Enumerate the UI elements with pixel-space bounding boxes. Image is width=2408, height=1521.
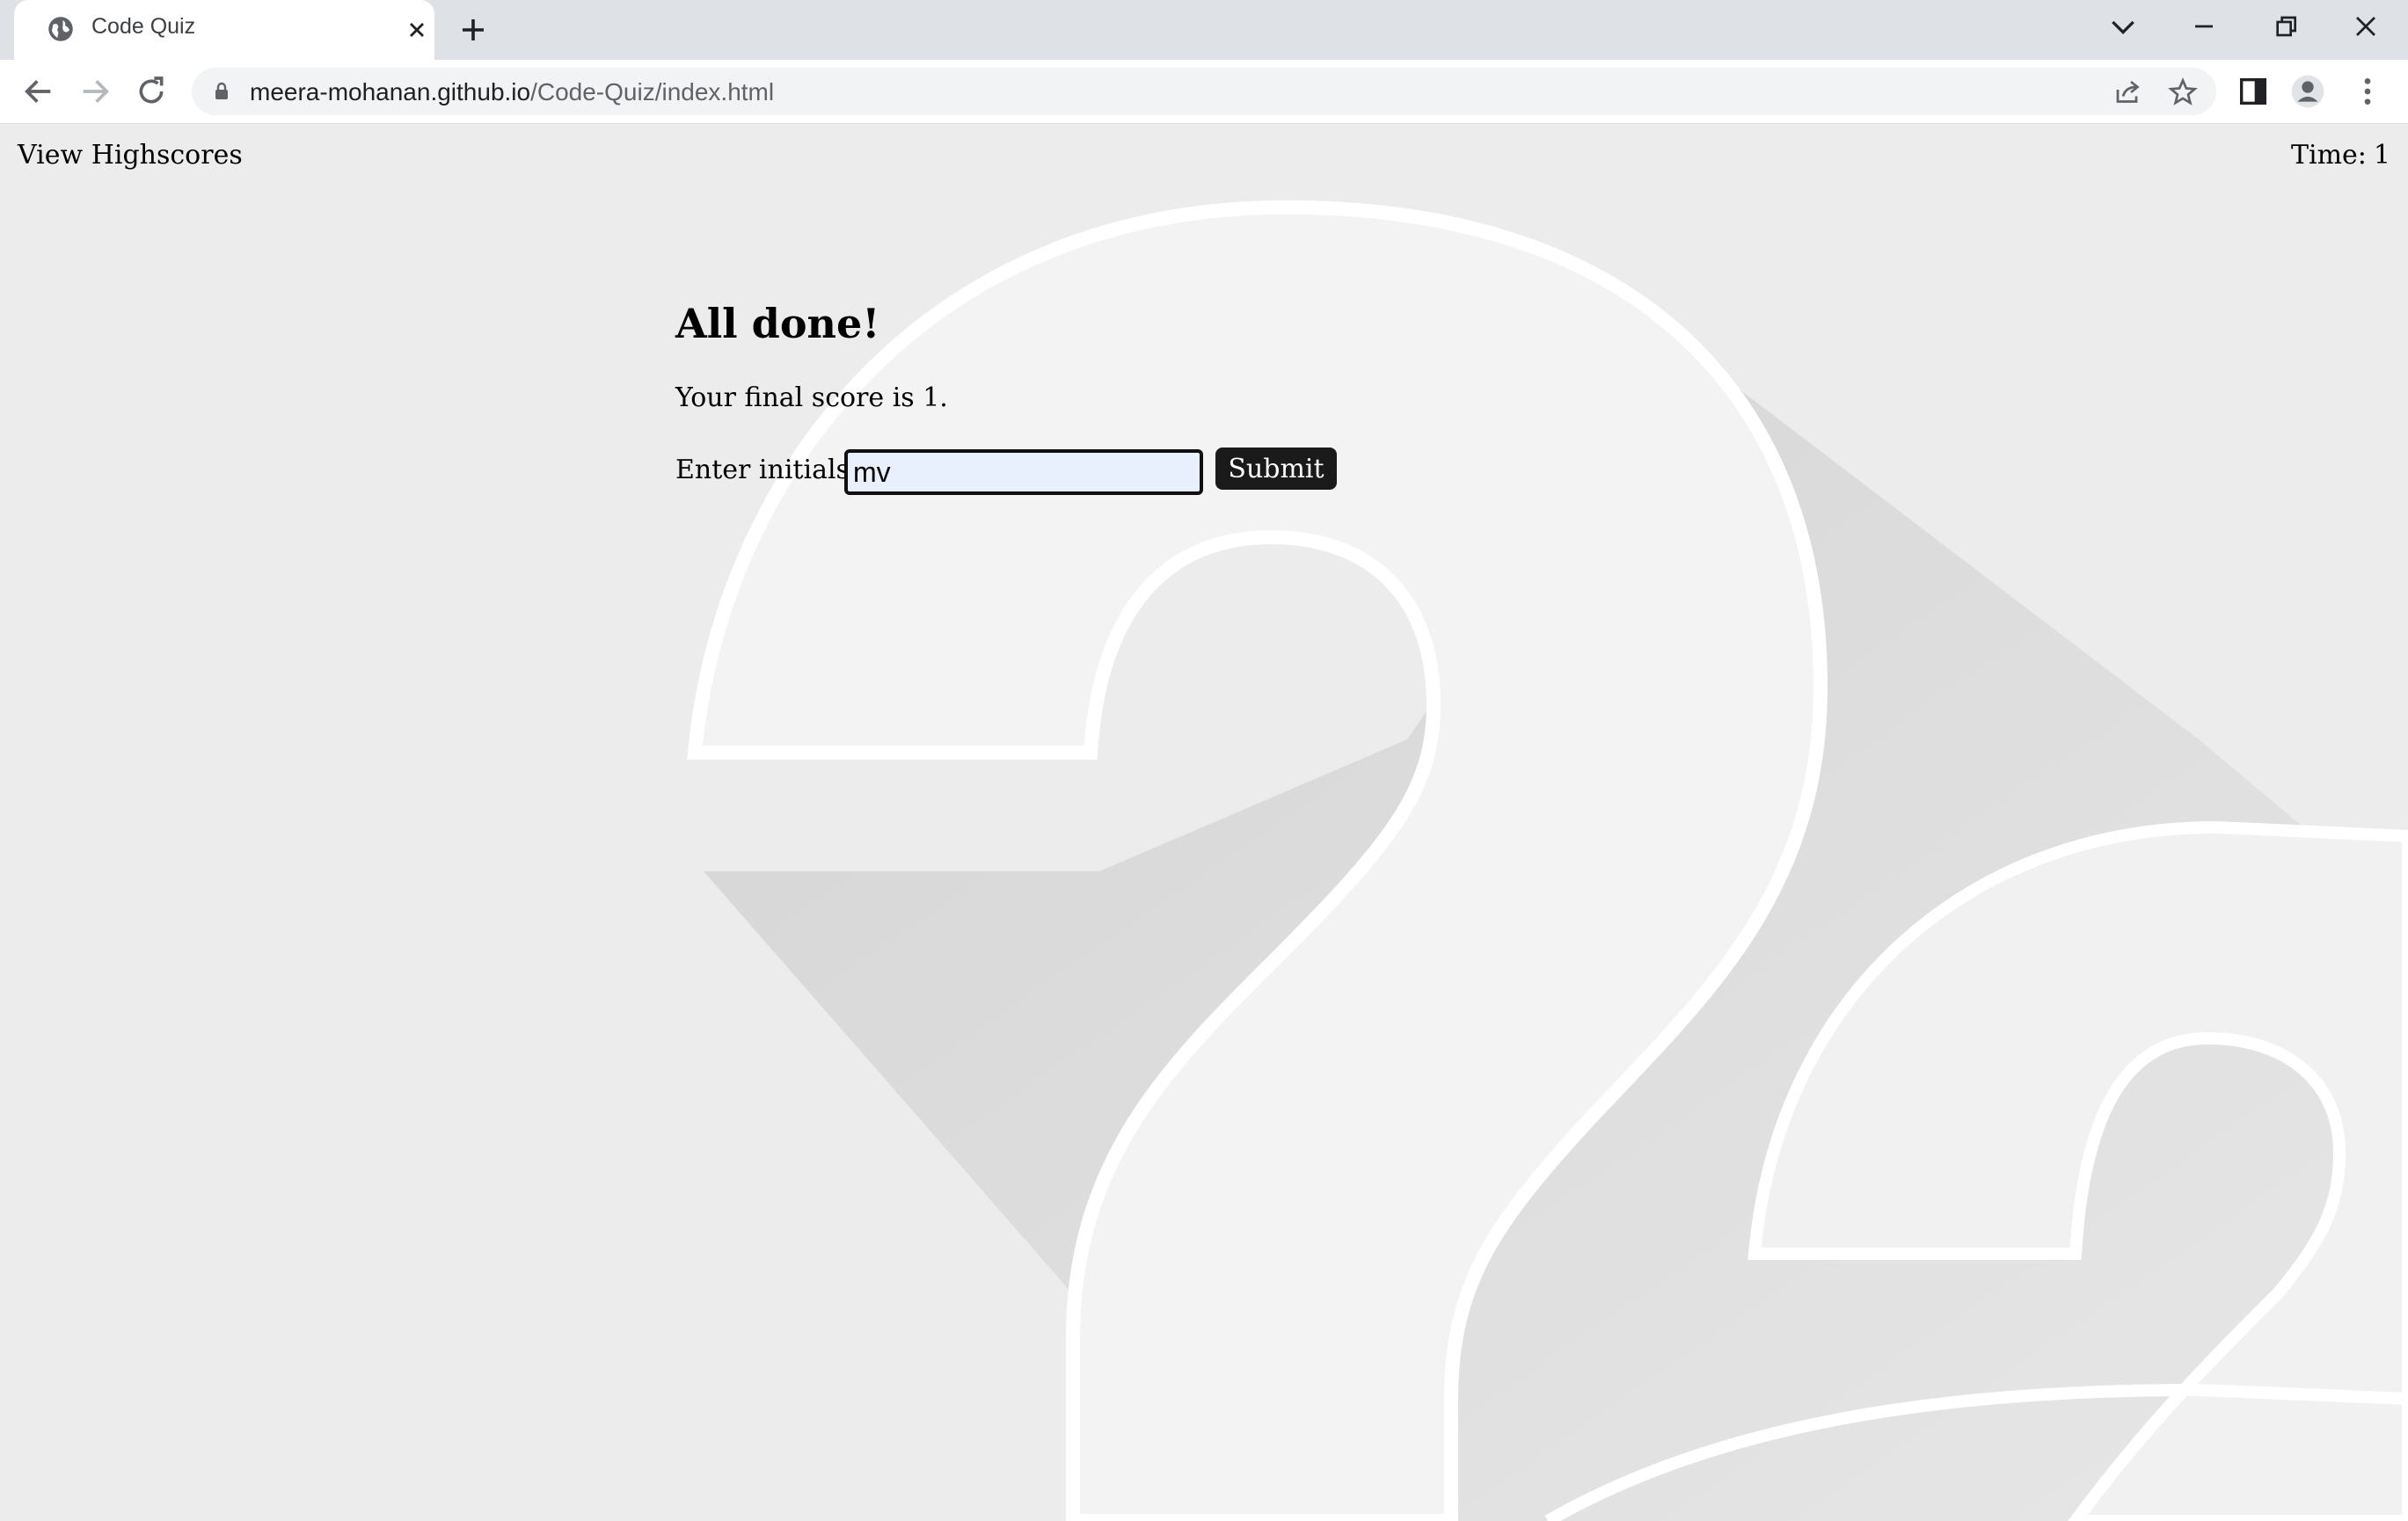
share-icon[interactable] — [2112, 76, 2144, 108]
lock-icon[interactable] — [211, 80, 232, 103]
timer: Time: 1 — [2291, 140, 2390, 171]
tab-strip: Code Quiz — [0, 0, 2408, 60]
side-panel-icon[interactable] — [2236, 74, 2271, 109]
close-window-icon[interactable] — [2346, 9, 2385, 44]
kebab-menu-icon[interactable] — [2350, 74, 2385, 109]
tab-code-quiz[interactable]: Code Quiz — [14, 0, 434, 60]
url-host: meera-mohanan.github.io — [250, 78, 531, 106]
arrow-left-icon[interactable] — [21, 74, 56, 109]
browser-window: Code Quiz meera-mohanan.github.io/Code-Q… — [0, 0, 2408, 1521]
reload-icon[interactable] — [134, 74, 169, 109]
plus-icon[interactable] — [457, 14, 489, 46]
submit-button[interactable]: Submit — [1215, 448, 1337, 490]
timer-value: 1 — [2373, 140, 2390, 171]
view-highscores-link[interactable]: View Highscores — [18, 140, 243, 171]
timer-label: Time: — [2290, 140, 2367, 171]
chevron-down-icon[interactable] — [2104, 9, 2142, 44]
restore-icon[interactable] — [2266, 9, 2304, 44]
final-score-text: Your final score is 1. — [675, 382, 948, 413]
page-viewport: View Highscores Time: 1 All done! Your fi… — [0, 124, 2408, 1521]
close-icon[interactable] — [405, 18, 429, 42]
address-bar[interactable]: meera-mohanan.github.io/Code-Quiz/index.… — [192, 68, 2216, 115]
minimize-icon[interactable] — [2185, 9, 2223, 44]
star-icon[interactable] — [2167, 76, 2199, 108]
url-text[interactable]: meera-mohanan.github.io/Code-Quiz/index.… — [250, 78, 774, 106]
browser-toolbar: meera-mohanan.github.io/Code-Quiz/index.… — [0, 60, 2408, 124]
initials-label: Enter initials: — [675, 455, 859, 485]
url-path: /Code-Quiz/index.html — [530, 78, 775, 106]
tab-title: Code Quiz — [91, 14, 196, 39]
arrow-right-icon[interactable] — [77, 74, 113, 109]
initials-input[interactable] — [844, 449, 1203, 495]
page-title: All done! — [675, 300, 880, 347]
profile-icon[interactable] — [2290, 74, 2325, 109]
globe-icon — [48, 17, 73, 41]
question-mark-background — [687, 200, 2408, 1521]
